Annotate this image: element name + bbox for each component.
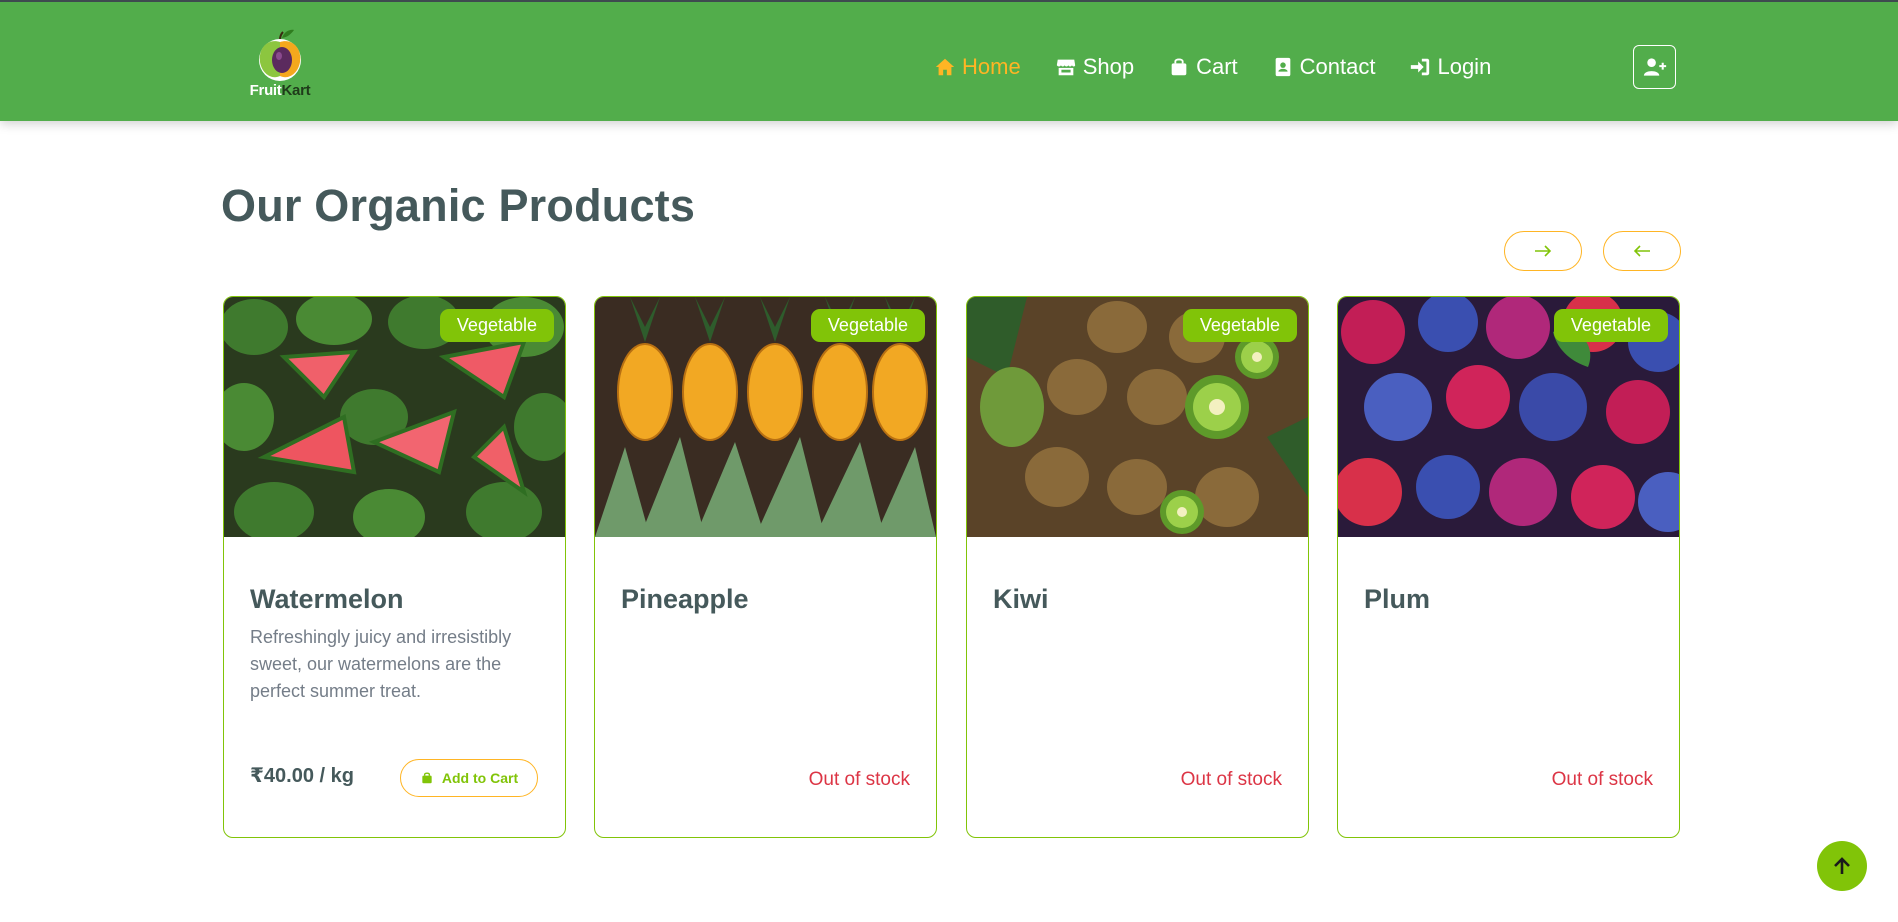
nav-login[interactable]: Login — [1409, 54, 1491, 80]
product-name: Plum — [1364, 584, 1431, 614]
category-badge: Vegetable — [1553, 309, 1668, 342]
product-name: Watermelon — [250, 584, 404, 614]
product-card-pineapple[interactable]: Vegetable Pineapple Out of stock — [594, 296, 937, 838]
top-navbar: FruitKart Home Shop Cart Contact Login — [0, 0, 1898, 121]
add-to-cart-button[interactable]: Add to Cart — [400, 759, 538, 797]
product-name: Pineapple — [621, 584, 749, 614]
arrow-right-icon — [1535, 245, 1552, 257]
nav-cart-label: Cart — [1196, 54, 1238, 79]
store-icon — [1056, 59, 1075, 76]
product-image-plum: Vegetable — [1338, 297, 1679, 537]
product-price: ₹40.00 / kg — [250, 765, 354, 787]
nav-home[interactable]: Home — [934, 54, 1021, 80]
nav-shop-label: Shop — [1082, 54, 1135, 79]
fruitkart-logo[interactable]: FruitKart — [244, 28, 316, 106]
product-description: Refreshingly juicy and irresistibly swee… — [250, 627, 512, 701]
apple-logo-icon — [259, 29, 301, 81]
main-nav: Home Shop Cart Contact Login — [934, 52, 1525, 82]
product-card-kiwi[interactable]: Vegetable Kiwi Out of stock — [966, 296, 1309, 838]
product-card-plum[interactable]: Vegetable Plum Out of stock — [1337, 296, 1680, 838]
product-image-kiwi: Vegetable — [967, 297, 1308, 537]
stock-status: Out of stock — [1551, 769, 1653, 790]
product-image-pineapple: Vegetable — [595, 297, 936, 537]
arrow-up-icon — [1834, 857, 1850, 874]
add-to-cart-label: Add to Cart — [441, 770, 519, 786]
product-card-watermelon[interactable]: Vegetable Watermelon Refreshingly juicy … — [223, 296, 566, 838]
shopping-bag-icon — [422, 772, 432, 784]
nav-contact[interactable]: Contact — [1272, 54, 1376, 80]
nav-shop[interactable]: Shop — [1055, 54, 1134, 80]
user-plus-icon — [1643, 58, 1666, 76]
home-icon — [935, 58, 955, 76]
logo-wordmark: FruitKart — [249, 82, 311, 99]
shopping-bag-icon — [1171, 58, 1187, 76]
stock-status: Out of stock — [808, 769, 910, 790]
product-image-watermelon: Vegetable — [224, 297, 565, 537]
category-badge: Vegetable — [1182, 309, 1297, 342]
arrow-left-icon — [1633, 245, 1650, 257]
page-title: Our Organic Products — [221, 180, 696, 231]
product-name: Kiwi — [993, 584, 1049, 614]
sign-in-icon — [1411, 58, 1430, 76]
nav-contact-label: Contact — [1299, 54, 1376, 79]
category-badge: Vegetable — [439, 309, 554, 342]
category-badge: Vegetable — [810, 309, 925, 342]
carousel-next-button[interactable] — [1504, 231, 1582, 271]
nav-home-label: Home — [962, 54, 1021, 79]
stock-status: Out of stock — [1180, 769, 1282, 790]
nav-login-label: Login — [1437, 54, 1492, 79]
back-to-top-button[interactable] — [1817, 841, 1867, 891]
register-user-button[interactable] — [1633, 45, 1676, 89]
nav-cart[interactable]: Cart — [1168, 54, 1238, 80]
contact-card-icon — [1275, 57, 1290, 77]
carousel-prev-button[interactable] — [1603, 231, 1681, 271]
